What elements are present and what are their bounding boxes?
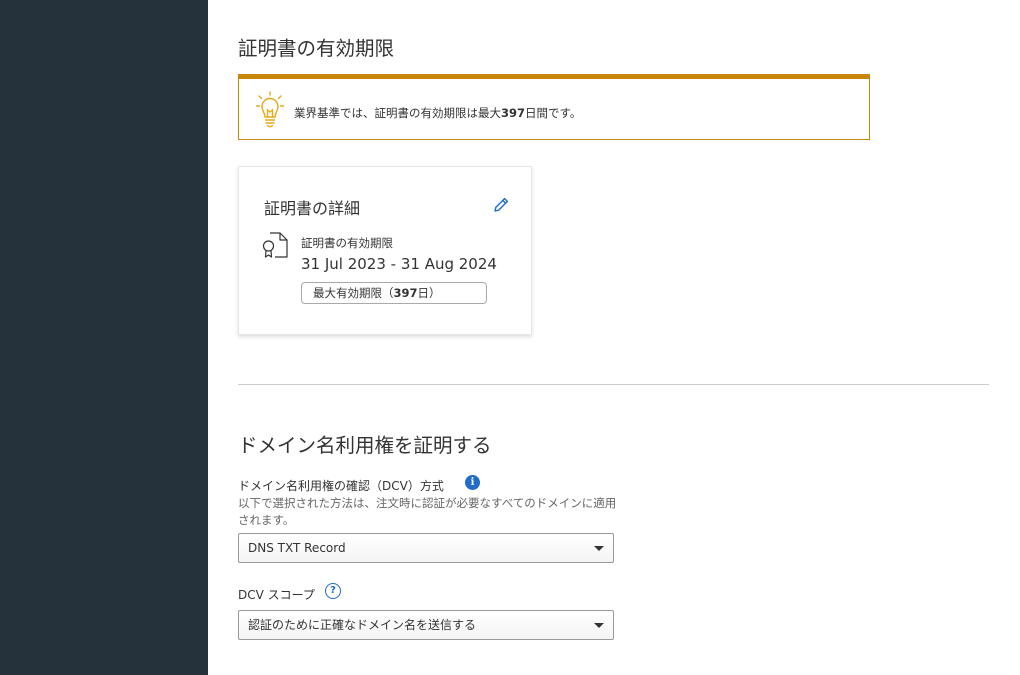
dcv-scope-label: DCV スコープ [238,588,315,602]
section-divider [238,384,989,385]
dcv-method-selected-value: DNS TXT Record [248,541,346,555]
lightbulb-icon [256,91,284,128]
help-icon[interactable]: ? [325,583,341,599]
dcv-method-description: 以下で選択された方法は、注文時に認証が必要なすべてのドメインに適用されます。 [238,496,617,527]
certificate-icon [262,232,288,258]
validity-section-title: 証明書の有効期限 [238,37,395,60]
certificate-details-card: 証明書の詳細 証明書の有効期限 31 Jul 2023 - 31 Aug 202… [238,166,532,335]
card-title: 証明書の詳細 [264,199,361,218]
info-icon[interactable]: i [465,475,480,490]
sidebar [0,0,208,675]
validity-notice: 業界基準では、証明書の有効期限は最大397日間です。 [238,74,870,140]
dcv-scope-selected-value: 認証のために正確なドメイン名を送信する [248,618,477,632]
caret-down-icon [594,546,604,551]
pencil-icon[interactable] [492,196,510,214]
dcv-scope-select[interactable]: 認証のために正確なドメイン名を送信する [238,610,614,640]
notice-text: 業界基準では、証明書の有効期限は最大397日間です。 [294,106,582,120]
main-content: 証明書の有効期限 業界基準では、証明書の有効期限は最大397日間です。 証明書の… [208,0,1020,675]
validity-dates: 31 Jul 2023 - 31 Aug 2024 [301,255,497,273]
dcv-section-title: ドメイン名利用権を証明する [238,434,492,457]
max-validity-badge: 最大有効期限（397日） [301,282,487,304]
caret-down-icon [594,623,604,628]
validity-label: 証明書の有効期限 [301,236,393,250]
dcv-method-label: ドメイン名利用権の確認（DCV）方式 [238,479,444,493]
dcv-method-select[interactable]: DNS TXT Record [238,533,614,563]
